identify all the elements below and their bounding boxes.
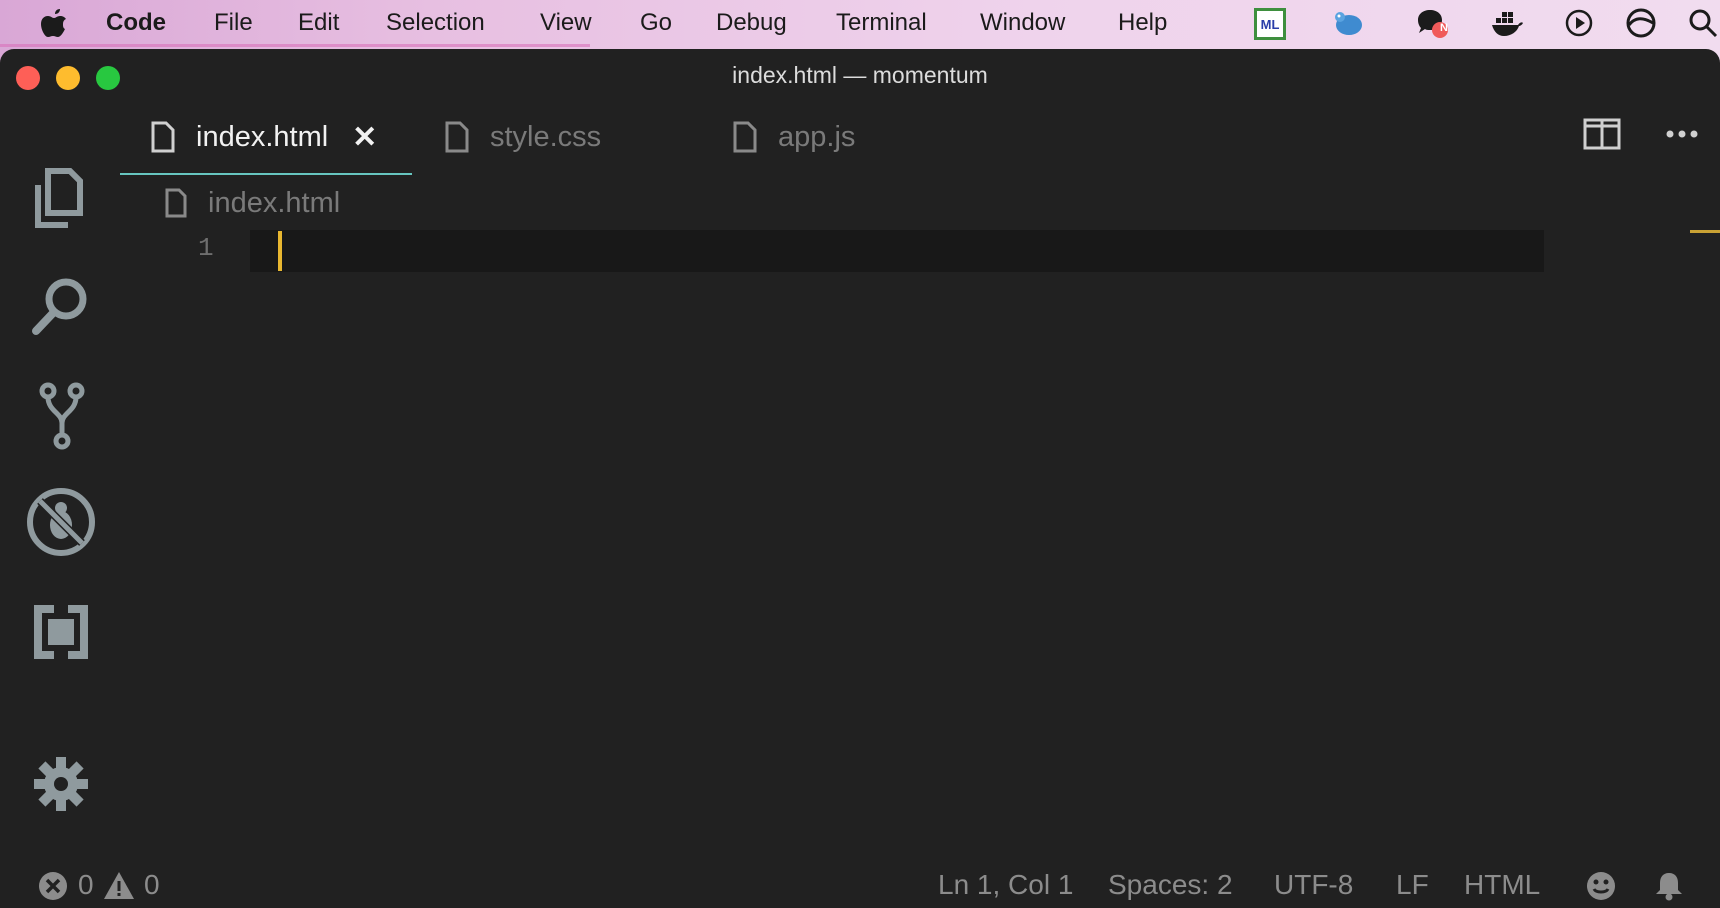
line-number: 1 — [198, 233, 214, 263]
smiley-feedback-icon[interactable] — [1584, 869, 1618, 903]
cursor-position[interactable]: Ln 1, Col 1 — [938, 867, 1073, 903]
window-title: index.html — momentum — [732, 61, 988, 88]
indentation[interactable]: Spaces: 2 — [1108, 867, 1233, 903]
menu-go[interactable]: Go — [640, 8, 672, 38]
explorer-icon[interactable] — [24, 161, 98, 235]
file-icon — [445, 121, 469, 153]
play-circle-icon[interactable] — [1562, 6, 1596, 40]
more-actions-icon[interactable] — [1662, 117, 1702, 151]
minimize-window-button[interactable] — [56, 66, 80, 90]
tab-style-css[interactable]: style.css — [444, 101, 601, 173]
gear-icon[interactable] — [24, 747, 98, 821]
extensions-icon[interactable] — [24, 595, 98, 669]
menu-view[interactable]: View — [540, 8, 592, 38]
ml-icon-label: ML — [1254, 8, 1286, 40]
tab-label: app.js — [778, 120, 856, 153]
warning-count[interactable]: 0 — [144, 867, 160, 903]
zoom-window-button[interactable] — [96, 66, 120, 90]
text-cursor — [278, 231, 282, 271]
tab-label: index.html — [196, 120, 329, 153]
chat-badge: N — [1440, 22, 1448, 34]
menu-terminal[interactable]: Terminal — [836, 8, 927, 38]
file-icon — [151, 121, 175, 153]
file-icon — [165, 188, 187, 218]
menu-bar: Code File Edit Selection View Go Debug T… — [0, 0, 1720, 47]
menu-window[interactable]: Window — [980, 8, 1065, 38]
search-icon[interactable] — [1686, 6, 1720, 40]
title-bar: index.html — momentum — [0, 49, 1720, 101]
close-window-button[interactable] — [16, 66, 40, 90]
bell-icon[interactable] — [1652, 869, 1686, 903]
overview-ruler-mark — [1690, 230, 1720, 233]
current-line-highlight[interactable] — [250, 230, 1544, 272]
editor-tabs: index.html ✕ style.css app.js — [120, 101, 1720, 173]
end-of-line[interactable]: LF — [1396, 867, 1429, 903]
status-bar: 0 0 Ln 1, Col 1 Spaces: 2 UTF-8 LF HTML — [0, 861, 1720, 908]
tab-app-js[interactable]: app.js — [732, 101, 855, 173]
menu-file[interactable]: File — [214, 8, 253, 38]
error-icon[interactable] — [36, 869, 70, 903]
debug-icon[interactable] — [24, 485, 98, 559]
docker-icon[interactable] — [1490, 6, 1524, 40]
menu-bar-accent — [0, 44, 590, 47]
menu-debug[interactable]: Debug — [716, 8, 787, 38]
menu-edit[interactable]: Edit — [298, 8, 339, 38]
active-tab-indicator — [120, 173, 412, 175]
menu-help[interactable]: Help — [1118, 8, 1167, 38]
error-count[interactable]: 0 — [78, 867, 94, 903]
vscode-window: index.html — momentum index.html ✕ style… — [0, 49, 1720, 908]
bird-icon[interactable] — [1330, 6, 1364, 40]
circle-arc-icon[interactable] — [1624, 6, 1658, 40]
menu-selection[interactable]: Selection — [386, 8, 485, 38]
file-icon — [733, 121, 757, 153]
menu-app-name[interactable]: Code — [106, 8, 166, 38]
search-icon[interactable] — [24, 269, 98, 343]
tab-index-html[interactable]: index.html ✕ — [150, 101, 377, 173]
breadcrumb-file: index.html — [208, 186, 341, 219]
language-mode[interactable]: HTML — [1464, 867, 1540, 903]
split-editor-icon[interactable] — [1582, 117, 1622, 151]
source-control-icon[interactable] — [24, 379, 98, 453]
warning-icon[interactable] — [102, 869, 136, 903]
breadcrumb[interactable]: index.html — [164, 181, 340, 225]
tab-label: style.css — [490, 120, 602, 153]
ml-icon[interactable]: ML — [1252, 6, 1286, 40]
encoding[interactable]: UTF-8 — [1274, 867, 1353, 903]
close-icon[interactable]: ✕ — [352, 120, 377, 155]
activity-bar — [0, 101, 120, 861]
apple-icon[interactable] — [40, 8, 68, 38]
